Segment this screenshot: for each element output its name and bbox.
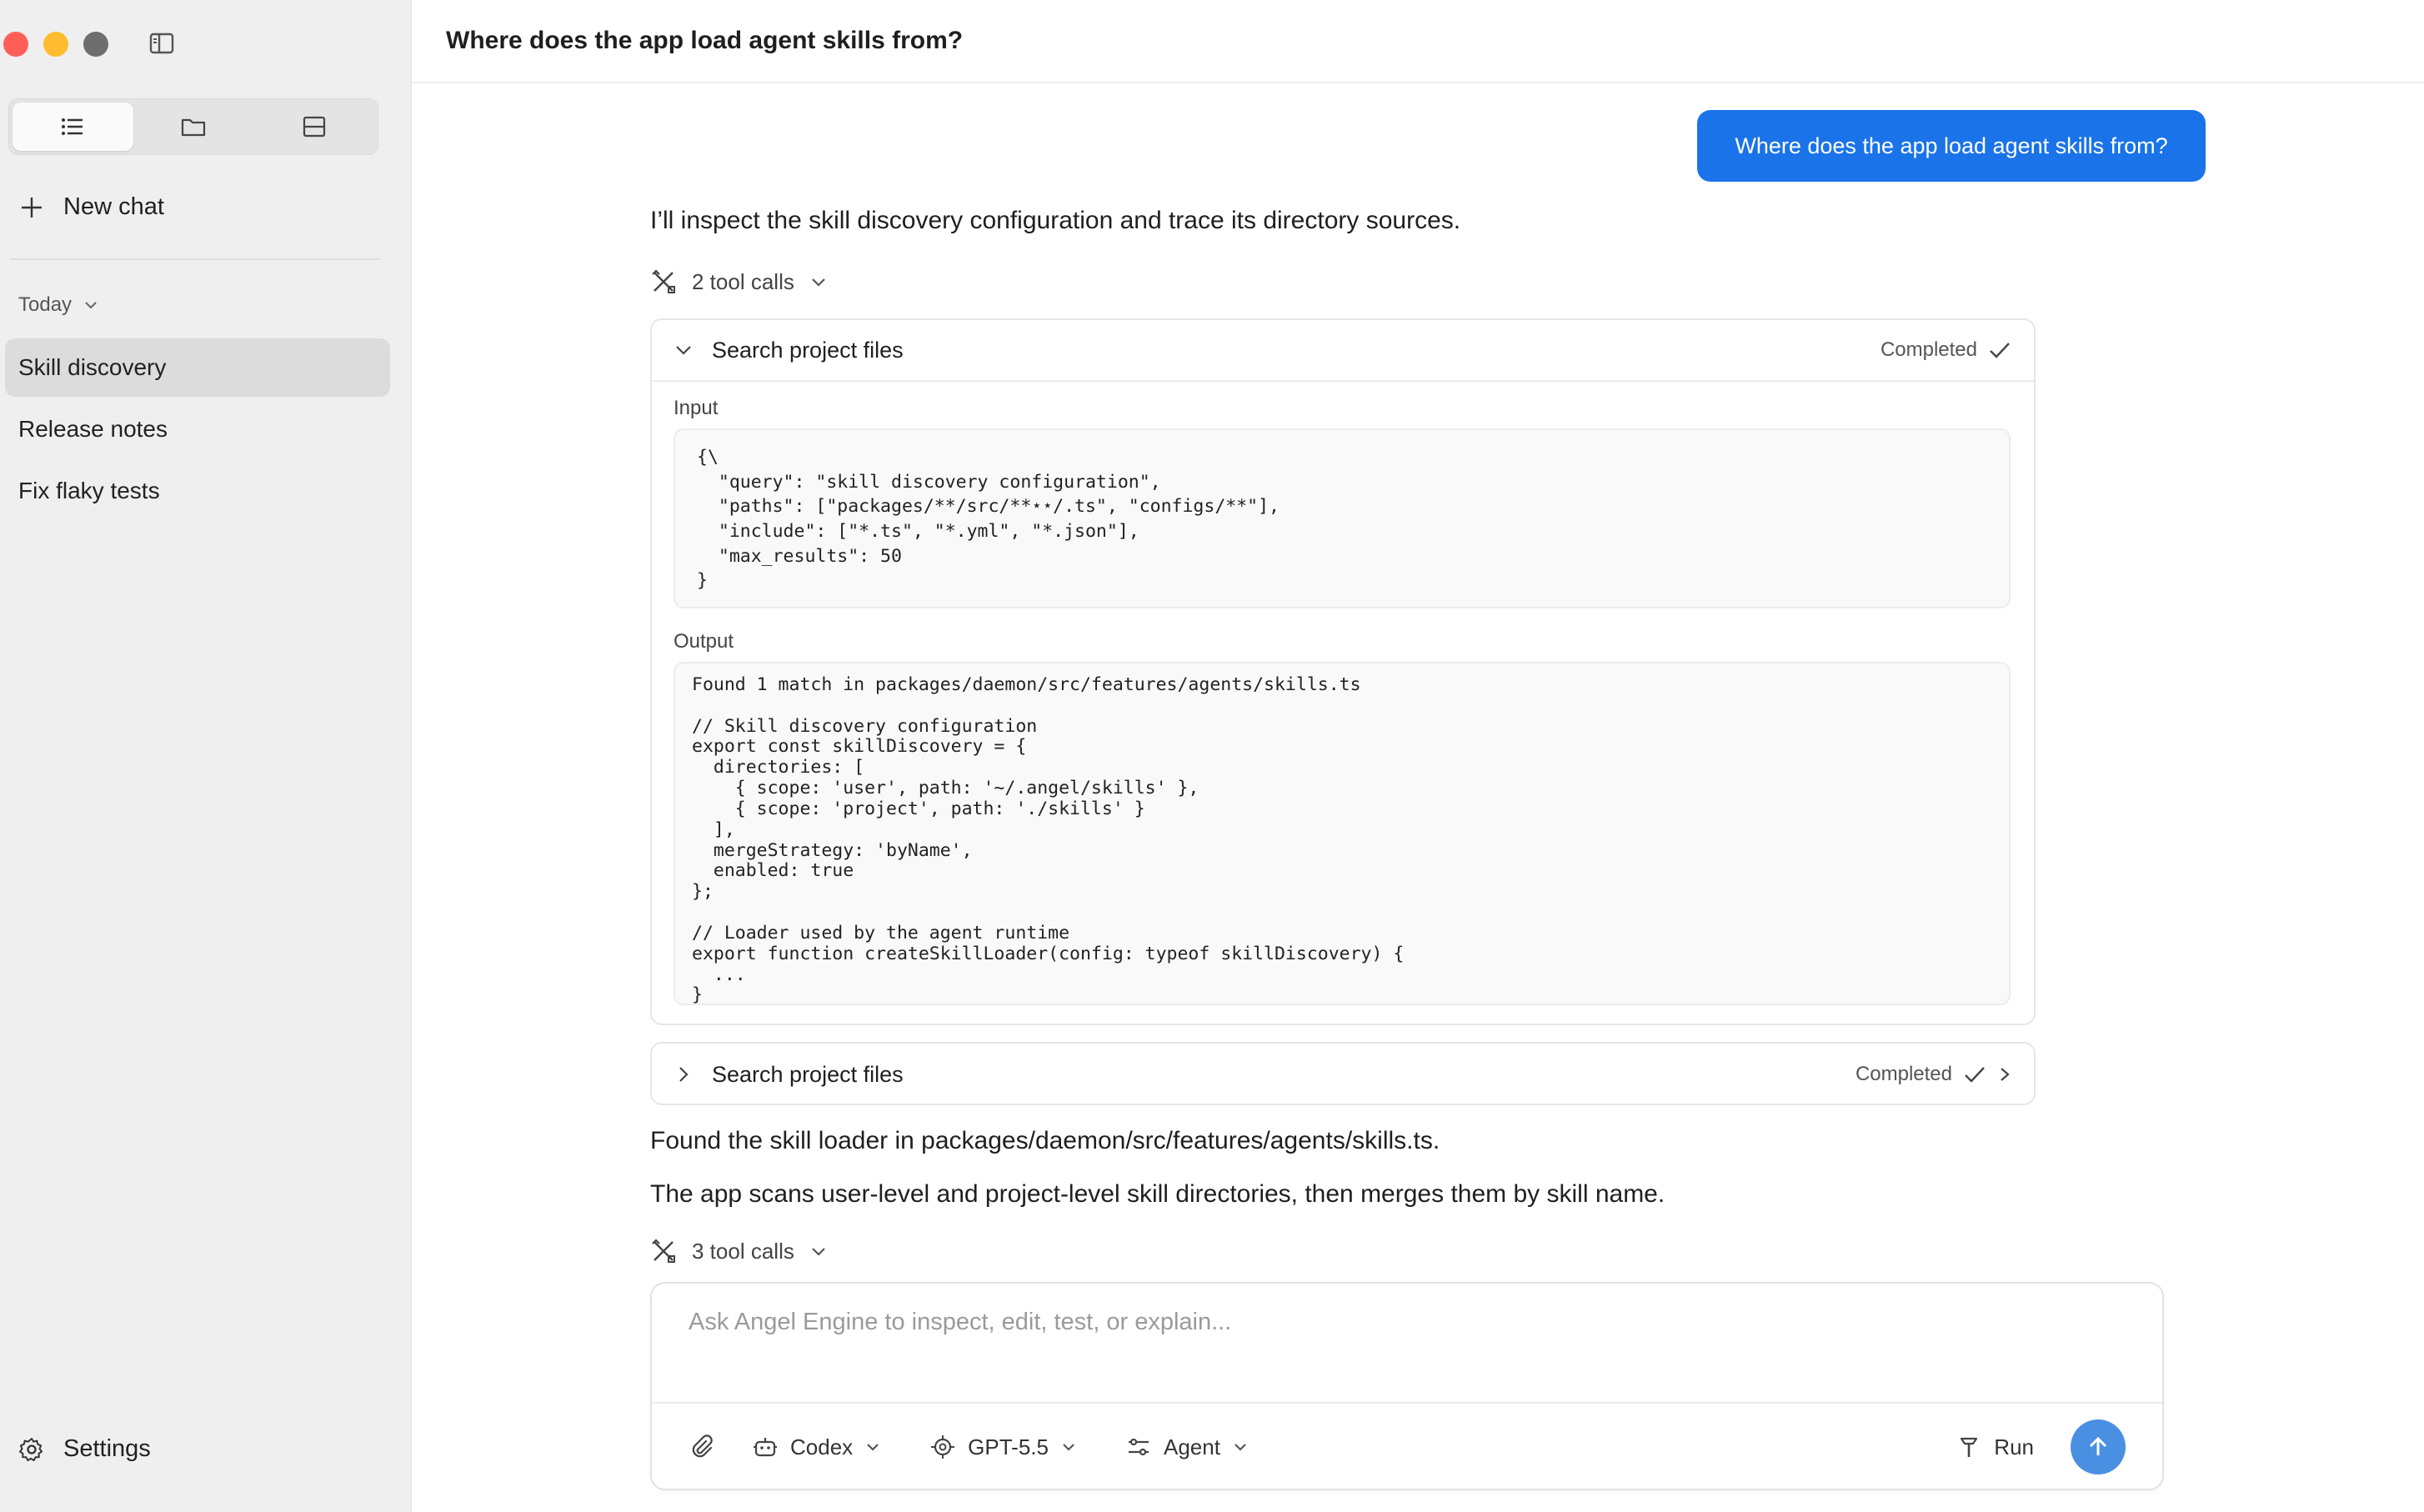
today-section-toggle[interactable]: Today [18,293,98,317]
tool-call-card: Search project files Completed [650,1042,2036,1105]
chat-item-label: Fix flaky tests [18,478,160,503]
sliders-icon [1128,1438,1149,1456]
tool-call-status: Completed [1856,1062,2012,1087]
check-icon [1965,1067,1985,1083]
tool-calls-toggle-1[interactable]: 2 tool calls [650,268,828,295]
send-button[interactable] [2071,1419,2126,1474]
mode-select[interactable]: Agent [1125,1434,1249,1460]
user-message-text: Where does the app load agent skills fro… [1735,133,2168,158]
tool-call-status: Completed [1881,338,2012,363]
list-view-button[interactable] [13,103,133,151]
chat-list: Skill discovery Release notes Fix flaky … [5,338,390,523]
folder-icon [181,118,206,137]
tool-calls-count-label: 2 tool calls [692,268,794,294]
chevron-down-icon [867,1444,879,1451]
gear-icon [19,1437,43,1461]
assistant-intro-text: I’ll inspect the skill discovery configu… [650,207,1461,234]
model-label: GPT-5.5 [968,1434,1049,1459]
arrow-up-icon [2089,1436,2107,1455]
status-label: Completed [1855,1063,1952,1085]
tool-output-code: Found 1 match in packages/daemon/src/fea… [674,662,2011,1005]
output-section-label: Output [674,630,734,653]
model-select[interactable]: GPT-5.5 [929,1434,1077,1460]
top-bar: Where does the app load agent skills fro… [413,0,2424,83]
chevron-down-icon [85,302,97,309]
page-title: Where does the app load agent skills fro… [446,27,964,54]
chevron-right-icon [679,1067,689,1082]
chip-icon [931,1435,955,1459]
robot-icon [754,1438,777,1457]
zoom-window-button[interactable] [83,32,108,57]
sidebar-view-switcher [8,98,378,155]
tool-calls-count-label: 3 tool calls [692,1238,794,1264]
tools-icon [652,269,675,293]
plus-icon [22,197,42,218]
user-message-bubble: Where does the app load agent skills fro… [1697,110,2206,182]
chevron-down-icon [1063,1444,1074,1451]
tool-call-card: Search project files Completed Input {\ … [650,318,2036,1025]
tool-call-card-header[interactable]: Search project files Completed [652,1044,2034,1105]
panel-view-button[interactable] [253,103,374,151]
paperclip-icon [692,1434,713,1458]
chevron-down-icon [1235,1444,1246,1451]
settings-button[interactable]: Settings [18,1435,151,1463]
check-icon [1990,343,2010,358]
composer-toolbar: Codex GPT-5.5 Agent Run [652,1402,2162,1490]
hammer-icon [1961,1437,1978,1457]
folder-view-button[interactable] [133,103,254,151]
tool-call-card-header[interactable]: Search project files Completed [652,320,2034,382]
assistant-summary-text: The app scans user-level and project-lev… [650,1180,1665,1208]
provider-select[interactable]: Codex [752,1434,881,1460]
tool-call-title: Search project files [712,337,904,363]
tools-icon [652,1239,675,1263]
run-label: Run [1994,1434,2034,1459]
settings-label: Settings [63,1435,151,1462]
list-icon [62,118,83,135]
sidebar-toggle-icon[interactable] [147,28,177,58]
status-label: Completed [1880,338,1977,361]
chat-item-release-notes[interactable]: Release notes [5,400,390,458]
attach-button[interactable] [689,1434,715,1460]
new-chat-label: New chat [63,193,164,220]
chat-item-label: Skill discovery [18,354,167,380]
mode-label: Agent [1163,1434,1220,1459]
close-window-button[interactable] [3,32,28,57]
tool-call-title: Search project files [712,1061,904,1087]
chevron-right-icon [2001,1068,2010,1081]
input-section-label: Input [674,397,719,419]
sidebar: New chat Today Skill discovery Release n… [0,0,412,1512]
provider-label: Codex [790,1434,854,1459]
new-chat-button[interactable]: New chat [18,193,164,221]
tool-input-code: {\ "query": "skill discovery configurati… [674,428,2011,608]
run-button[interactable]: Run [1957,1434,2034,1460]
window-controls [3,32,108,57]
tool-calls-toggle-2[interactable]: 3 tool calls [650,1238,828,1264]
sidebar-divider [10,258,381,260]
chevron-down-icon [676,346,691,355]
chevron-down-icon [812,1248,825,1256]
chat-item-label: Release notes [18,416,168,442]
chat-item-fix-flaky-tests[interactable]: Fix flaky tests [5,462,390,520]
panel-icon [303,116,325,138]
message-composer: Codex GPT-5.5 Agent Run [650,1282,2164,1490]
message-input[interactable] [689,1309,2022,1336]
today-section-label: Today [18,293,73,316]
minimize-window-button[interactable] [43,32,68,57]
chat-item-skill-discovery[interactable]: Skill discovery [5,338,390,397]
chevron-down-icon [812,278,825,287]
assistant-found-text: Found the skill loader in packages/daemo… [650,1127,1440,1154]
